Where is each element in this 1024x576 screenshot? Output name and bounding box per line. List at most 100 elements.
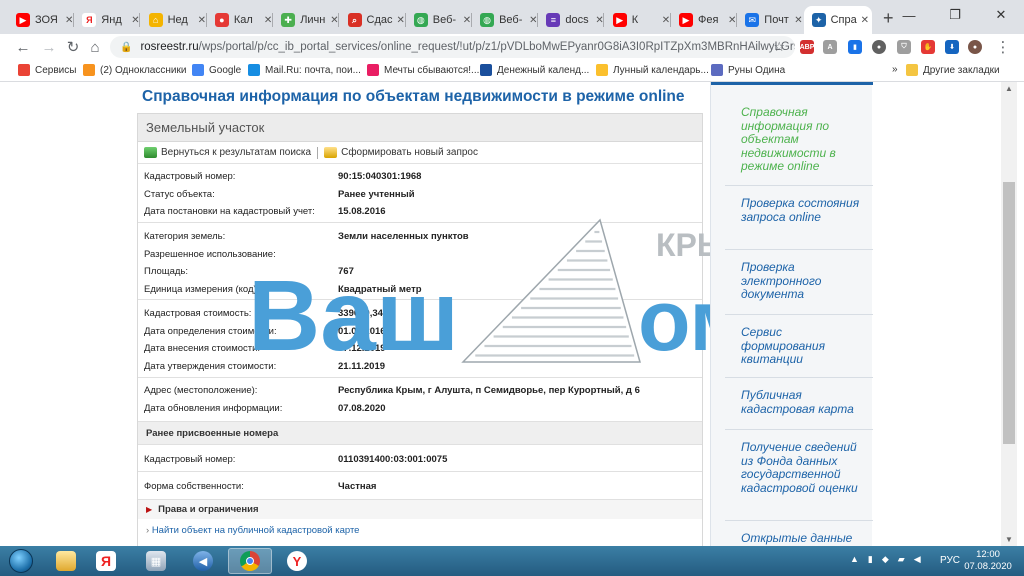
bookmark-item[interactable]: Лунный календарь... (596, 64, 709, 76)
home-icon[interactable]: ⌂ (86, 38, 104, 56)
start-button[interactable] (2, 547, 40, 575)
bookmark-item[interactable]: Руны Одина (711, 64, 785, 76)
bookmark-item[interactable]: Сервисы (18, 64, 76, 76)
other-bookmarks-folder[interactable]: Другие закладки (906, 64, 1000, 76)
rights-restrictions-toggle[interactable]: ▶ Права и ограничения (138, 499, 702, 519)
close-tab-icon[interactable]: ✕ (861, 15, 869, 26)
new-request-link[interactable]: Сформировать новый запрос (324, 147, 478, 158)
sidebar-link-3[interactable]: Сервис формирования квитанции (741, 325, 869, 367)
ownership-form-label: Форма собственности: (144, 481, 244, 492)
bookmark-item[interactable]: Денежный календ... (480, 64, 589, 76)
globe-favicon-icon: ◍ (413, 13, 428, 27)
scroll-up-icon[interactable]: ▲ (1005, 84, 1013, 93)
sidebar-link-5[interactable]: Получение сведений из Фонда данных госуд… (741, 440, 869, 495)
sidebar-link-6[interactable]: Открытые данные (741, 531, 869, 546)
tab-label: Сдас (366, 14, 393, 26)
windows-orb-icon (9, 549, 33, 573)
public-cadastral-map-link[interactable]: › Найти объект на публичной кадастровой … (146, 525, 359, 536)
adblock-extension-icon[interactable]: ABP (800, 40, 814, 54)
tray-network-icon[interactable]: ▮ (868, 554, 873, 565)
back-arrow-icon[interactable]: ← (14, 38, 32, 56)
circle-extension-icon[interactable]: ● (872, 40, 886, 54)
yandex-icon: Я (96, 551, 116, 571)
scroll-down-icon[interactable]: ▼ (1005, 535, 1013, 544)
browser-tab[interactable]: ✉ Почт ✕ (737, 6, 803, 34)
tray-arrow-icon[interactable]: ▲ (850, 554, 859, 565)
browser-tab[interactable]: ⌕ Сдас ✕ (340, 6, 406, 34)
field-3-2-value: 07.12.2019 (338, 343, 386, 354)
more-bookmarks-label: » (892, 64, 898, 75)
field-3-1-value: 01.09.2016 (338, 325, 386, 337)
tab-label: Веб- (432, 14, 457, 26)
tab-label: Кал (233, 14, 253, 26)
sidebar-separator (725, 185, 873, 186)
sidebar-link-4[interactable]: Публичная кадастровая карта (741, 388, 869, 416)
taskbar-explorer[interactable] (44, 548, 88, 574)
page-scrollbar[interactable]: ▲ ▼ (1001, 82, 1017, 546)
land-plot-panel: Земельный участок Вернуться к результата… (137, 113, 703, 546)
browser-tab[interactable]: ▶ К ✕ (605, 6, 671, 34)
taskbar-media-player[interactable]: ◀ (181, 548, 225, 574)
tray-signal-icon[interactable]: ▰ (898, 554, 905, 565)
scrollbar-thumb[interactable] (1003, 182, 1015, 444)
address-bar[interactable]: 🔒 rosreestr.ru/wps/portal/p/cc_ib_portal… (110, 36, 795, 58)
browser-tab[interactable]: ◍ Веб- ✕ (472, 6, 538, 34)
sidebar-link-1[interactable]: Проверка состояния запроса online (741, 196, 869, 224)
bookmark-item[interactable]: Google (192, 64, 241, 76)
browser-tab[interactable]: ✦ Спра ✕ (803, 6, 872, 34)
browser-tab[interactable]: ▶ Фея ✕ (671, 6, 737, 34)
tray-volume-icon[interactable]: ◀ (914, 554, 921, 565)
more-bookmarks-button[interactable]: » (892, 64, 898, 75)
stop-extension-icon[interactable]: ✋ (921, 40, 935, 54)
taskbar-chrome[interactable] (228, 548, 272, 574)
browser-tab[interactable]: ◍ Веб- ✕ (406, 6, 472, 34)
docs-favicon-icon: ≡ (546, 13, 561, 27)
reload-icon[interactable]: ↻ (64, 38, 82, 56)
sidebar-link-0[interactable]: Справочная информация по объектам недвиж… (741, 105, 869, 174)
browser-tab[interactable]: ▶ ЗОЯ ✕ (8, 6, 74, 34)
back-to-results-link[interactable]: Вернуться к результатам поиска (144, 147, 311, 158)
download-extension-icon[interactable]: ⬇ (945, 40, 959, 54)
ownership-form-value: Частная (338, 481, 377, 492)
lock-icon: 🔒 (120, 41, 133, 53)
bookmark-item[interactable]: (2) Одноклассники (83, 64, 186, 76)
forward-arrow-icon[interactable]: → (40, 38, 58, 56)
sidebar-link-2[interactable]: Проверка электронного документа (741, 260, 869, 302)
close-window-button[interactable]: ✕ (978, 0, 1024, 30)
folder-icon (56, 551, 76, 571)
bookmark-extension-icon[interactable]: ▮ (848, 40, 862, 54)
browser-tab[interactable]: ≡ docs ✕ (538, 6, 604, 34)
browser-tab[interactable]: ⌂ Нед ✕ (141, 6, 207, 34)
profile-avatar[interactable]: ● (968, 40, 982, 54)
section-divider (138, 299, 702, 300)
taskbar-yandex-browser[interactable]: Y (275, 548, 319, 574)
browser-tab[interactable]: ● Кал ✕ (207, 6, 273, 34)
rosreestr-favicon-icon: ✦ (811, 13, 826, 27)
browser-tab[interactable]: ✚ Личн ✕ (273, 6, 339, 34)
maximize-button[interactable]: ❐ (932, 0, 978, 30)
bookmark-favicon-icon (248, 64, 260, 76)
close-tab-icon[interactable]: ✕ (794, 15, 802, 26)
page-title: Справочная информация по объектам недвиж… (142, 88, 685, 105)
language-indicator[interactable]: РУС (940, 555, 960, 566)
browser-tab[interactable]: Я Янд ✕ (74, 6, 140, 34)
tray-app-icon[interactable]: ◆ (882, 554, 889, 565)
bookmark-item[interactable]: Мечты сбываются!... (367, 64, 479, 76)
mail-favicon-icon: ✉ (745, 13, 760, 27)
tab-label: К (631, 14, 639, 26)
shield-extension-icon[interactable]: ⛉ (897, 40, 911, 54)
clock[interactable]: 12:00 07.08.2020 (962, 549, 1014, 573)
taskbar-yandex[interactable]: Я (84, 548, 128, 574)
minimize-button[interactable]: — (886, 0, 932, 30)
pdf-extension-icon[interactable]: A (823, 40, 837, 54)
bookmark-favicon-icon (367, 64, 379, 76)
bookmark-star-icon[interactable]: ☆ (773, 39, 785, 55)
taskbar-calculator[interactable]: ▦ (134, 548, 178, 574)
tab-label: Нед (167, 14, 188, 26)
url-path: /wps/portal/p/cc_ib_portal_services/onli… (198, 41, 795, 53)
clock-time: 12:00 (976, 549, 1000, 560)
back-to-results-label: Вернуться к результатам поиска (161, 147, 312, 158)
tab-label: Почт (764, 14, 789, 26)
bookmark-item[interactable]: Mail.Ru: почта, пои... (248, 64, 361, 76)
menu-dots-icon[interactable]: ⋮ (994, 38, 1012, 56)
